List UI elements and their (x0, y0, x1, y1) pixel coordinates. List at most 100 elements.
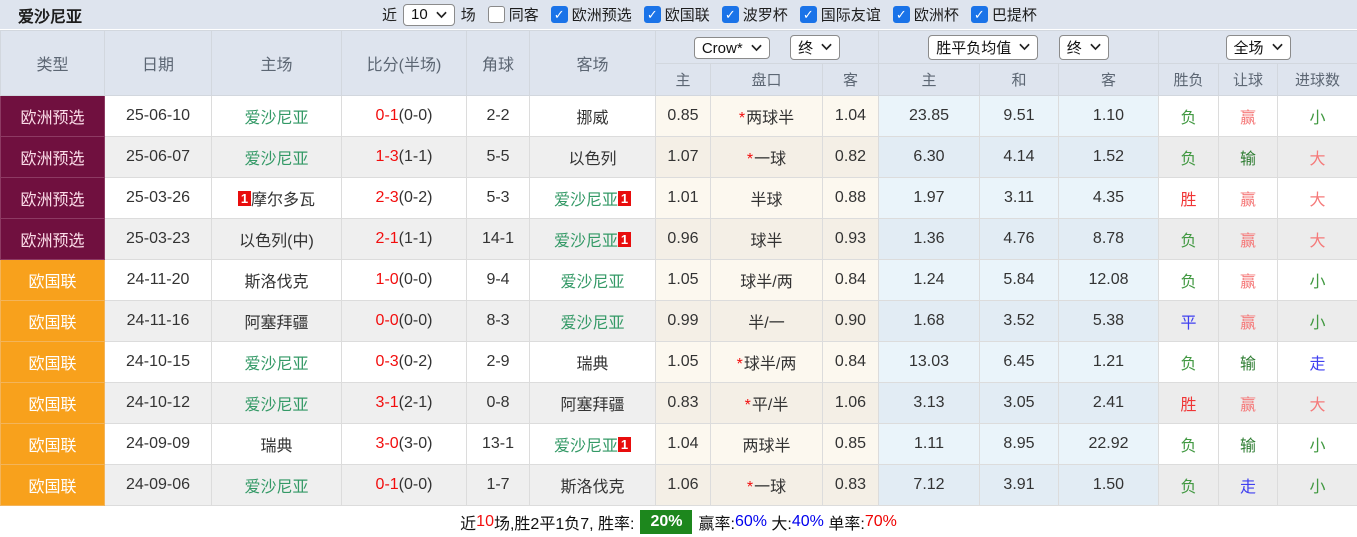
league-checkbox-6[interactable]: ✓ (970, 6, 988, 23)
match-date-cell: 24-10-15 (104, 341, 212, 383)
handicap-result-value: 赢 (1239, 233, 1256, 250)
summary-text: 近 (460, 516, 477, 533)
handicap-value: 半球 (750, 192, 783, 209)
odds-home-cell: 1.06 (655, 464, 711, 506)
home-team-name[interactable]: 阿塞拜疆 (244, 315, 308, 332)
avg-draw-cell: 9.51 (979, 95, 1059, 137)
home-team-name[interactable]: 爱沙尼亚 (244, 151, 308, 168)
score-cell: 1-0(0-0) (341, 259, 467, 301)
corners-cell: 13-1 (466, 423, 530, 465)
away-team-name[interactable]: 挪威 (576, 110, 608, 127)
recent-count-value: 10 (411, 6, 428, 23)
away-team-name[interactable]: 爱沙尼亚 (560, 274, 624, 291)
odds-time-select[interactable]: 终 (790, 34, 841, 60)
avg-draw-cell: 3.52 (979, 300, 1059, 342)
match-row: 欧国联 24-09-09 瑞典 3-0(3-0) 13-1 爱沙尼亚 1 1.04 两球半 0.8… (0, 423, 1357, 465)
home-team-name[interactable]: 瑞典 (260, 438, 292, 455)
match-row: 欧洲预选 25-06-10 爱沙尼亚 0-1(0-0) 2-2 挪威 0.85 *两球半 1.0… (0, 95, 1357, 137)
match-type-cell: 欧国联 (0, 341, 105, 383)
home-team-cell: 爱沙尼亚 (211, 382, 342, 424)
half-time-score: (0-2) (398, 189, 433, 206)
goals-result-cell: 大 (1276, 136, 1357, 178)
half-time-score: (0-0) (398, 476, 433, 493)
recent-count-select[interactable]: 10 (403, 3, 455, 26)
result-value: 负 (1180, 356, 1197, 373)
handicap-result-value: 赢 (1239, 315, 1256, 332)
goals-result-value: 小 (1309, 315, 1326, 332)
away-team-name[interactable]: 阿塞拜疆 (560, 397, 624, 414)
avg-time-select[interactable]: 终 (1058, 34, 1109, 60)
away-team-cell: 爱沙尼亚 1 (529, 423, 656, 465)
odds-selector-group: Crow* 终 (655, 30, 879, 64)
home-team-name[interactable]: 斯洛伐克 (244, 274, 308, 291)
home-team-name[interactable]: 以色列(中) (239, 233, 314, 250)
goals-result-value: 大 (1309, 397, 1326, 414)
odds-away-cell: 1.06 (822, 382, 879, 424)
league-checkbox-4[interactable]: ✓ (799, 6, 817, 23)
goals-result-value: 大 (1309, 233, 1326, 250)
away-team-cell: 爱沙尼亚 (529, 300, 656, 342)
half-time-score: (0-0) (398, 271, 433, 288)
full-time-score: 0-3 (375, 353, 399, 370)
home-team-cell: 瑞典 (211, 423, 342, 465)
col-header-date: 日期 (104, 30, 212, 96)
away-team-cell: 阿塞拜疆 (529, 382, 656, 424)
result-cell: 负 (1158, 423, 1219, 465)
home-team-name[interactable]: 摩尔多瓦 (251, 192, 315, 209)
away-team-name[interactable]: 瑞典 (576, 356, 608, 373)
away-team-name[interactable]: 爱沙尼亚 (554, 192, 618, 209)
corners-cell: 9-4 (466, 259, 530, 301)
home-team-name[interactable]: 爱沙尼亚 (244, 356, 308, 373)
away-team-cell: 以色列 (529, 136, 656, 178)
handicap-result-value: 输 (1239, 151, 1256, 168)
handicap-result-value: 赢 (1239, 110, 1256, 127)
avg-win-cell: 6.30 (878, 136, 980, 178)
avg-lose-cell: 12.08 (1058, 259, 1159, 301)
handicap-cell: 半球 (710, 177, 823, 219)
goals-result-cell: 小 (1276, 259, 1357, 301)
scope-select[interactable]: 全场 (1225, 34, 1291, 60)
star-marker: * (736, 356, 743, 373)
result-cell: 胜 (1158, 177, 1219, 219)
league-checkbox-3[interactable]: ✓ (721, 6, 739, 23)
odds-away-cell: 0.82 (822, 136, 879, 178)
result-cell: 胜 (1158, 382, 1219, 424)
away-team-name[interactable]: 爱沙尼亚 (554, 438, 618, 455)
league-checkbox-1[interactable]: ✓ (550, 6, 568, 23)
away-team-name[interactable]: 爱沙尼亚 (560, 315, 624, 332)
same-away-checkbox[interactable] (487, 6, 505, 23)
avg-lose-cell: 2.41 (1058, 382, 1159, 424)
away-team-name[interactable]: 爱沙尼亚 (554, 233, 618, 250)
goals-result-value: 大 (1309, 151, 1326, 168)
league-label-6: 巴提杯 (991, 7, 1037, 24)
odds-away-cell: 0.83 (822, 464, 879, 506)
odds-home-cell: 1.05 (655, 259, 711, 301)
avg-draw-cell: 4.76 (979, 218, 1059, 260)
match-type-cell: 欧国联 (0, 423, 105, 465)
league-checkbox-2[interactable]: ✓ (643, 6, 661, 23)
match-row: 欧国联 24-10-15 爱沙尼亚 0-3(0-2) 2-9 瑞典 1.05 *球半/两 0.8… (0, 341, 1357, 383)
summary-footer: 近 10 场,胜2平1负7, 胜率: 20% 赢率: 60% 大: 40% 单率: 70% (0, 506, 1357, 537)
goals-result-cell: 大 (1276, 177, 1357, 219)
home-team-cell: 爱沙尼亚 (211, 95, 342, 137)
odds-company-select[interactable]: Crow* (693, 37, 770, 59)
league-checkbox-5[interactable]: ✓ (892, 6, 910, 23)
away-team-name[interactable]: 以色列 (568, 151, 616, 168)
result-value: 负 (1180, 151, 1197, 168)
corners-cell: 1-7 (466, 464, 530, 506)
match-type-cell: 欧洲预选 (0, 95, 105, 137)
home-team-name[interactable]: 爱沙尼亚 (244, 110, 308, 127)
result-value: 胜 (1180, 397, 1197, 414)
home-team-name[interactable]: 爱沙尼亚 (244, 479, 308, 496)
handicap-result-cell: 赢 (1218, 259, 1278, 301)
handicap-cell: 球半 (710, 218, 823, 260)
goals-result-value: 小 (1309, 110, 1326, 127)
match-row: 欧洲预选 25-03-26 1 摩尔多瓦 2-3(0-2) 5-3 爱沙尼亚 1 1.01 半球 0… (0, 177, 1357, 219)
odds-away-cell: 0.85 (822, 423, 879, 465)
home-team-name[interactable]: 爱沙尼亚 (244, 397, 308, 414)
away-team-name[interactable]: 斯洛伐克 (560, 479, 624, 496)
corners-cell: 2-2 (466, 95, 530, 137)
match-date-cell: 24-09-06 (104, 464, 212, 506)
avg-type-select[interactable]: 胜平负均值 (928, 34, 1039, 60)
match-type-cell: 欧国联 (0, 382, 105, 424)
